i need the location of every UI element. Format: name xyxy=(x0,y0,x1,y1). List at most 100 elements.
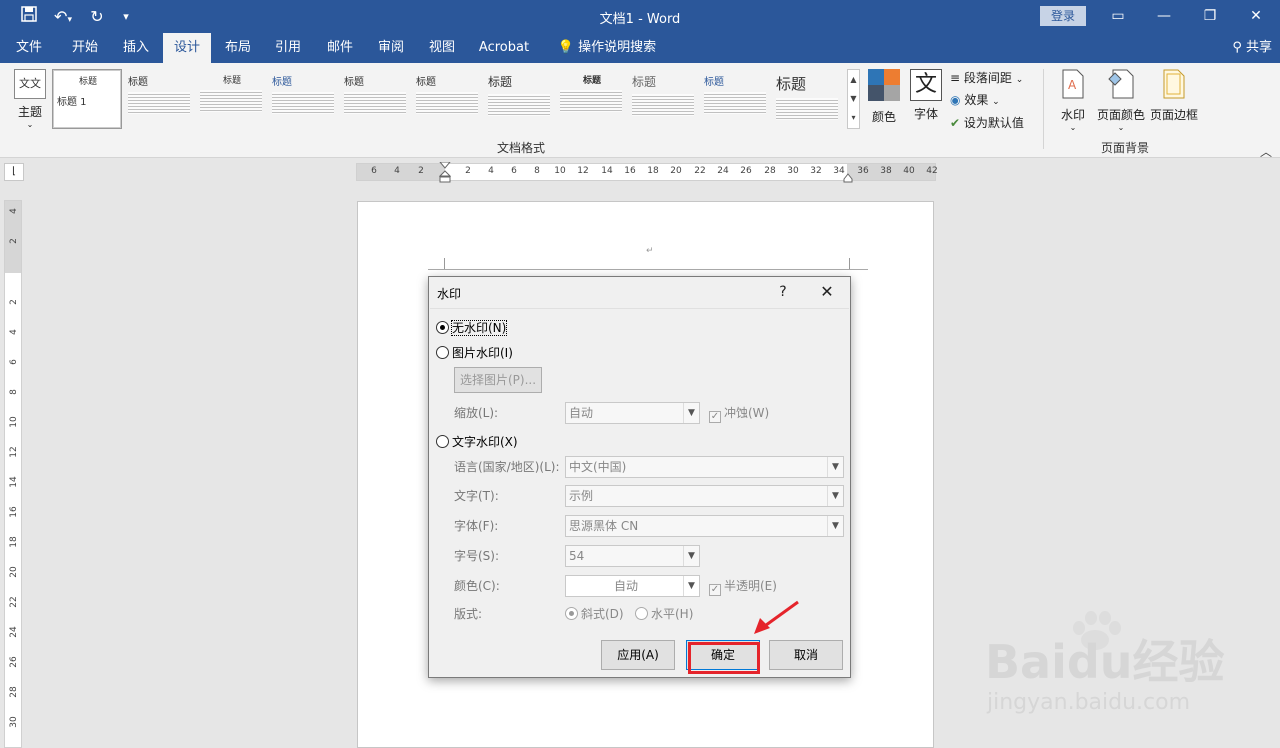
tab-references[interactable]: 引用 xyxy=(266,33,310,63)
tab-design[interactable]: 设计 xyxy=(163,33,211,63)
style-set-item[interactable]: 标题 xyxy=(772,69,842,129)
diagonal-radio[interactable]: 斜式(D) xyxy=(565,605,624,623)
ruler-tick: 18 xyxy=(9,536,19,548)
style-set-item[interactable]: 标题 xyxy=(700,69,770,129)
style-set-item[interactable]: 标题 标题 1 xyxy=(52,69,122,129)
ruler-tick: 20 xyxy=(9,566,19,578)
tab-selector[interactable]: ⌊ xyxy=(4,163,24,181)
fonts-label: 字体 xyxy=(913,107,938,121)
ruler-tick: 16 xyxy=(624,166,636,176)
ribbon-display-icon[interactable]: ▭ xyxy=(1095,0,1141,33)
share-label: 共享 xyxy=(1245,40,1272,55)
chevron-up-icon[interactable]: ▲ xyxy=(848,70,859,89)
logo-url: jingyan.baidu.com xyxy=(987,690,1191,715)
tell-me-label: 操作说明搜索 xyxy=(578,40,657,55)
horizontal-radio[interactable]: 水平(H) xyxy=(635,605,693,623)
tab-mailings[interactable]: 邮件 xyxy=(318,33,362,63)
highlight-box xyxy=(688,642,760,674)
style-set-item[interactable]: 标题 xyxy=(628,69,698,129)
style-set-item[interactable]: 标题 xyxy=(412,69,482,129)
gallery-more-icon[interactable]: ▾ xyxy=(848,108,859,127)
vertical-ruler[interactable]: 4 2 2 4 6 8 10 12 14 16 18 20 22 24 26 2… xyxy=(4,200,22,748)
colors-button[interactable]: 颜色 xyxy=(866,69,902,125)
themes-button[interactable]: 文文 主题 ⌄ xyxy=(8,69,52,139)
chevron-down-icon[interactable]: ▼ xyxy=(848,89,859,108)
ruler-tick: 14 xyxy=(601,166,613,176)
text-watermark-radio[interactable]: 文字水印(X) xyxy=(436,433,518,451)
indent-marker[interactable] xyxy=(438,161,452,184)
document-formatting-label: 文档格式 xyxy=(497,141,546,155)
text-select[interactable]: 示例 ▼ xyxy=(565,485,844,507)
ruler-tick: 12 xyxy=(9,446,19,458)
close-icon[interactable]: ✕ xyxy=(1233,0,1279,33)
ruler-tick: 4 xyxy=(488,166,494,176)
select-picture-button[interactable]: 选择图片(P)... xyxy=(454,367,542,393)
apply-button[interactable]: 应用(A) xyxy=(601,640,675,670)
tab-home[interactable]: 开始 xyxy=(62,33,108,63)
share-button[interactable]: ⚲ 共享 xyxy=(1232,33,1272,63)
collapse-ribbon-icon[interactable]: ︿ xyxy=(1260,143,1272,160)
ruler-tick: 32 xyxy=(810,166,822,176)
style-set-gallery: 标题 标题 1 标题 标题 标题 标题 标题 标题 标题 标题 标题 标题 xyxy=(52,69,847,133)
style-set-item[interactable]: 标题 xyxy=(124,69,194,129)
ruler-tick: 28 xyxy=(764,166,776,176)
cancel-button[interactable]: 取消 xyxy=(769,640,843,670)
style-set-item[interactable]: 标题 xyxy=(484,69,554,129)
language-select[interactable]: 中文(中国) ▼ xyxy=(565,456,844,478)
color-select[interactable]: 自动 ▼ xyxy=(565,575,700,597)
ruler-tick: 18 xyxy=(647,166,659,176)
paragraph-spacing-button[interactable]: ≡ 段落间距 ⌄ xyxy=(950,68,1023,88)
tell-me-search[interactable]: 💡 操作说明搜索 xyxy=(552,33,662,63)
ruler-tick: 2 xyxy=(9,238,19,244)
tab-layout[interactable]: 布局 xyxy=(216,33,260,63)
right-indent-marker[interactable] xyxy=(843,172,853,183)
semitransparent-label: 半透明(E) xyxy=(724,579,777,593)
text-watermark-label: 文字水印(X) xyxy=(452,435,518,449)
language-value: 中文(中国) xyxy=(569,460,627,474)
paragraph-spacing-icon: ≡ xyxy=(950,71,961,85)
close-icon[interactable]: ✕ xyxy=(813,281,841,303)
page-border-button[interactable]: 页面边框 xyxy=(1148,69,1200,123)
text-label: 文字(T): xyxy=(454,489,499,503)
chevron-down-icon: ⌄ xyxy=(1069,123,1077,132)
style-set-item[interactable]: 标题 xyxy=(196,69,266,129)
tab-insert[interactable]: 插入 xyxy=(114,33,158,63)
restore-icon[interactable]: ❐ xyxy=(1187,0,1233,33)
size-select[interactable]: 54 ▼ xyxy=(565,545,700,567)
gallery-scroll[interactable]: ▲ ▼ ▾ xyxy=(847,69,860,129)
checkbox-checked-icon: ✓ xyxy=(709,584,721,596)
washout-checkbox[interactable]: ✓ 冲蚀(W) xyxy=(709,404,770,423)
horizontal-label: 水平(H) xyxy=(651,607,694,621)
ruler-tick: 6 xyxy=(9,359,19,365)
login-button[interactable]: 登录 xyxy=(1040,6,1086,26)
page-color-label: 页面颜色 xyxy=(1096,108,1145,122)
font-select[interactable]: 思源黑体 CN ▼ xyxy=(565,515,844,537)
washout-label: 冲蚀(W) xyxy=(724,406,770,420)
tab-review[interactable]: 审阅 xyxy=(369,33,413,63)
chevron-down-icon: ▼ xyxy=(683,403,699,423)
style-set-item[interactable]: 标题 xyxy=(340,69,410,129)
minimize-icon[interactable]: — xyxy=(1141,0,1187,33)
tab-file[interactable]: 文件 xyxy=(8,33,50,63)
help-icon[interactable]: ? xyxy=(773,281,793,303)
scale-select[interactable]: 自动 ▼ xyxy=(565,402,700,424)
style-set-item[interactable]: 标题 xyxy=(268,69,338,129)
picture-watermark-radio[interactable]: 图片水印(I) xyxy=(436,344,513,362)
radio-selected-icon xyxy=(436,321,449,334)
checkmark-icon: ✔ xyxy=(950,116,961,130)
horizontal-ruler[interactable]: 6 4 2 2 4 6 8 10 12 14 16 18 20 22 24 26… xyxy=(356,161,938,184)
watermark-icon: A xyxy=(1062,69,1084,99)
effects-icon: ◉ xyxy=(950,93,961,107)
svg-text:A: A xyxy=(1068,78,1077,92)
watermark-button[interactable]: A 水印 ⌄ xyxy=(1056,69,1090,132)
effects-button[interactable]: ◉ 效果 ⌄ xyxy=(950,90,1000,110)
no-watermark-radio[interactable]: 无水印(N) xyxy=(436,319,508,337)
set-default-button[interactable]: ✔ 设为默认值 xyxy=(950,113,1024,133)
tab-acrobat[interactable]: Acrobat xyxy=(474,33,534,63)
tab-view[interactable]: 视图 xyxy=(420,33,464,63)
style-set-item[interactable]: 标题 xyxy=(556,69,626,129)
ruler-tick: 28 xyxy=(9,686,19,698)
page-color-button[interactable]: 页面颜色 ⌄ xyxy=(1095,69,1147,132)
fonts-button[interactable]: 文 字体 xyxy=(908,69,944,122)
semitransparent-checkbox[interactable]: ✓ 半透明(E) xyxy=(709,577,777,596)
